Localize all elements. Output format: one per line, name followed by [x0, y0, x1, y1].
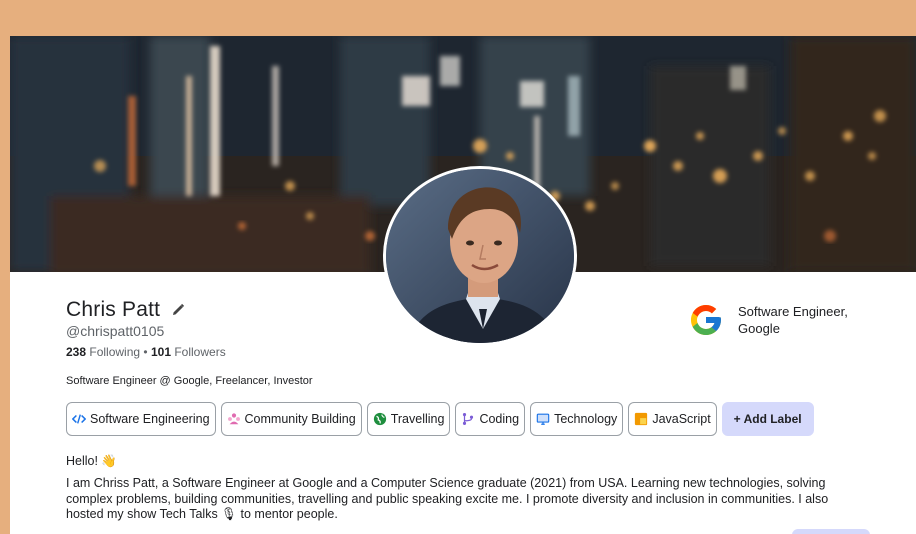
profile-headline: Software Engineer @ Google, Freelancer, …: [66, 375, 313, 387]
globe-icon: [373, 412, 386, 426]
profile-card: Chris Patt @chrispatt0105 238 Following …: [10, 36, 916, 534]
branch-icon: [463, 413, 474, 425]
label-text: Coding: [479, 412, 520, 426]
bio-greeting: Hello! 👋: [66, 454, 117, 468]
following-count[interactable]: 238: [66, 345, 86, 359]
name-row: Chris Patt: [66, 298, 186, 322]
label-javascript[interactable]: JavaScript: [628, 402, 717, 436]
stats-separator: •: [143, 345, 148, 359]
label-technology[interactable]: Technology: [530, 402, 624, 436]
profile-name: Chris Patt: [66, 298, 161, 321]
partial-button[interactable]: [792, 529, 870, 534]
label-coding[interactable]: Coding: [455, 402, 526, 436]
google-logo-icon: [691, 305, 721, 335]
profile-handle: @chrispatt0105: [66, 323, 165, 339]
label-list: Software Engineering Community Building …: [66, 402, 814, 436]
edit-pencil-icon[interactable]: [170, 302, 186, 318]
code-icon: [72, 414, 86, 424]
bio-text: I am Chriss Patt, a Software Engineer at…: [66, 476, 829, 521]
company-info: Software Engineer, Google: [688, 302, 868, 338]
label-travelling[interactable]: Travelling: [366, 402, 451, 436]
label-text: Community Building: [244, 412, 356, 426]
label-text: Software Engineering: [90, 412, 210, 426]
js-icon: [635, 412, 648, 426]
monitor-icon: [536, 413, 550, 425]
label-text: Travelling: [390, 412, 445, 426]
avatar[interactable]: [383, 166, 577, 346]
company-title: Software Engineer, Google: [738, 304, 848, 336]
label-software-engineering[interactable]: Software Engineering: [66, 402, 216, 436]
community-icon: [227, 413, 240, 425]
following-label[interactable]: Following: [89, 345, 140, 359]
follow-stats: 238 Following • 101 Followers: [66, 345, 226, 359]
label-text: JavaScript: [652, 412, 711, 426]
label-community-building[interactable]: Community Building: [220, 402, 362, 436]
add-label-button[interactable]: + Add Label: [721, 402, 814, 436]
followers-label[interactable]: Followers: [174, 345, 225, 359]
label-text: Technology: [554, 412, 618, 426]
followers-count[interactable]: 101: [151, 345, 171, 359]
